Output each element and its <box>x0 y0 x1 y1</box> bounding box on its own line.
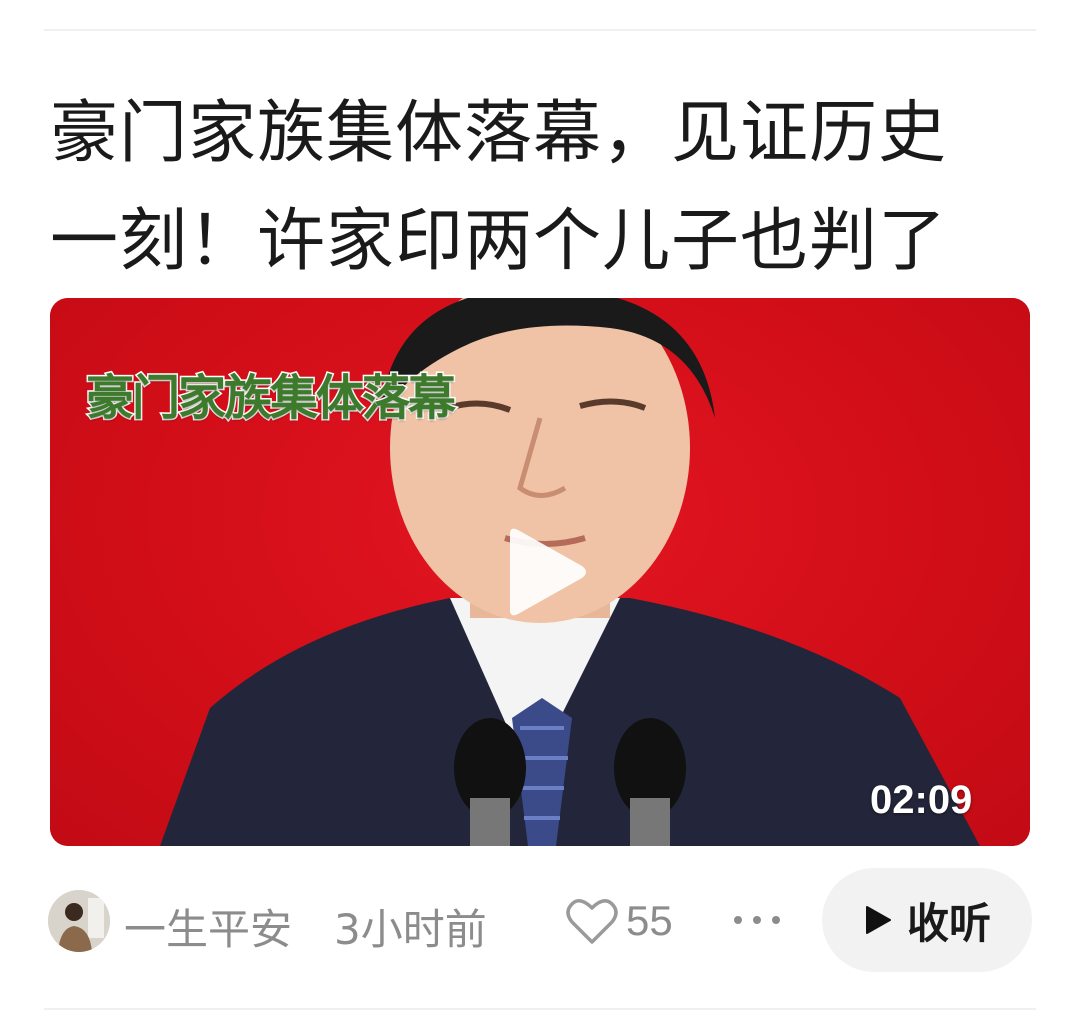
author-name[interactable]: 一生平安 <box>124 896 292 957</box>
feed-card[interactable]: 豪门家族集体落幕，见证历史一刻！许家印两个儿子也判了 豪门家族集体落幕 02:0… <box>0 0 1080 1030</box>
publish-time: 3小时前 <box>334 905 487 954</box>
divider <box>44 29 1036 31</box>
play-small-icon <box>865 906 891 934</box>
article-title[interactable]: 豪门家族集体落幕，见证历史一刻！许家印两个儿子也判了 <box>50 80 1010 296</box>
avatar[interactable] <box>48 890 110 952</box>
video-overlay-caption: 豪门家族集体落幕 <box>84 369 457 428</box>
meta-row: 一生平安 3小时前 55 收听 <box>48 868 1034 972</box>
listen-label: 收听 <box>906 898 991 948</box>
heart-icon <box>566 899 618 944</box>
more-dots-icon[interactable] <box>730 908 784 932</box>
like-button[interactable]: 55 <box>566 894 673 948</box>
listen-button[interactable]: 收听 <box>822 868 1032 972</box>
video-duration: 02:09 <box>870 778 973 822</box>
like-count: 55 <box>626 897 673 944</box>
play-icon[interactable] <box>500 526 590 618</box>
divider <box>44 1008 1036 1010</box>
